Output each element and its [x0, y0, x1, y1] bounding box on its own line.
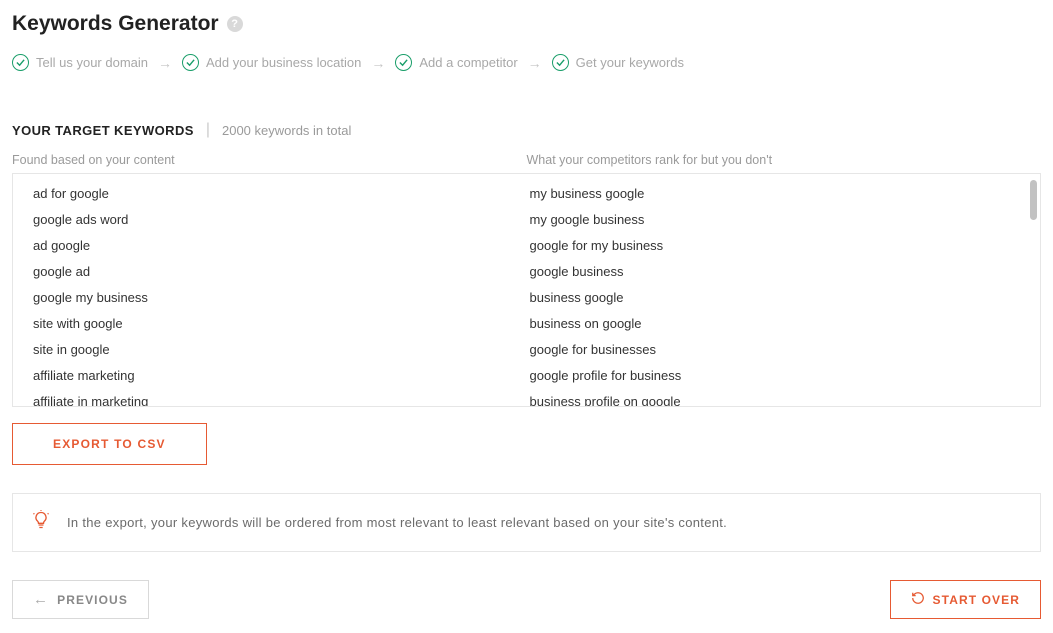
scrollbar[interactable]: [1030, 180, 1037, 220]
check-icon: [395, 54, 412, 71]
section-subtitle: 2000 keywords in total: [222, 123, 351, 138]
keywords-column-right: my business google my google business go…: [524, 186, 1021, 407]
list-item[interactable]: business profile on google: [530, 394, 1021, 407]
section-header: YOUR TARGET KEYWORDS | 2000 keywords in …: [12, 121, 1041, 139]
check-icon: [12, 54, 29, 71]
list-item[interactable]: affiliate in marketing: [33, 394, 524, 407]
check-icon: [552, 54, 569, 71]
section-title: YOUR TARGET KEYWORDS: [12, 123, 194, 138]
previous-button[interactable]: ← PREVIOUS: [12, 580, 149, 619]
arrow-right-icon: →: [528, 55, 542, 71]
start-over-button-label: START OVER: [933, 593, 1020, 607]
step-label: Add your business location: [206, 55, 361, 70]
list-item[interactable]: my google business: [530, 212, 1021, 227]
list-item[interactable]: google ads word: [33, 212, 524, 227]
tip-box: In the export, your keywords will be ord…: [12, 493, 1041, 552]
list-item[interactable]: google ad: [33, 264, 524, 279]
keywords-list-box[interactable]: ad for google google ads word ad google …: [12, 173, 1041, 407]
previous-button-label: PREVIOUS: [57, 593, 128, 607]
arrow-left-icon: ←: [33, 591, 49, 608]
lightbulb-icon: [31, 510, 51, 535]
export-csv-button[interactable]: EXPORT TO CSV: [12, 423, 207, 465]
tip-text: In the export, your keywords will be ord…: [67, 515, 727, 530]
help-icon[interactable]: ?: [227, 16, 243, 32]
list-item[interactable]: site in google: [33, 342, 524, 357]
wizard-steps: Tell us your domain → Add your business …: [12, 54, 1041, 71]
divider: |: [206, 121, 210, 139]
step-location: Add your business location: [182, 54, 361, 71]
list-item[interactable]: ad for google: [33, 186, 524, 201]
list-item[interactable]: ad google: [33, 238, 524, 253]
list-item[interactable]: google business: [530, 264, 1021, 279]
list-item[interactable]: business google: [530, 290, 1021, 305]
list-item[interactable]: my business google: [530, 186, 1021, 201]
arrow-right-icon: →: [158, 55, 172, 71]
arrow-right-icon: →: [371, 55, 385, 71]
restart-icon: [911, 591, 925, 608]
actions-row: EXPORT TO CSV: [12, 423, 1041, 465]
step-keywords: Get your keywords: [552, 54, 684, 71]
footer-row: ← PREVIOUS START OVER: [12, 580, 1041, 619]
list-item[interactable]: site with google: [33, 316, 524, 331]
column-headers: Found based on your content What your co…: [12, 153, 1041, 167]
step-label: Get your keywords: [576, 55, 684, 70]
list-item[interactable]: google my business: [33, 290, 524, 305]
step-domain: Tell us your domain: [12, 54, 148, 71]
step-competitor: Add a competitor: [395, 54, 517, 71]
keywords-column-left: ad for google google ads word ad google …: [33, 186, 524, 407]
page-title: Keywords Generator: [12, 12, 219, 36]
list-item[interactable]: business on google: [530, 316, 1021, 331]
list-item[interactable]: google for businesses: [530, 342, 1021, 357]
check-icon: [182, 54, 199, 71]
column-header-left: Found based on your content: [12, 153, 527, 167]
list-item[interactable]: google profile for business: [530, 368, 1021, 383]
start-over-button[interactable]: START OVER: [890, 580, 1041, 619]
list-item[interactable]: affiliate marketing: [33, 368, 524, 383]
page-title-row: Keywords Generator ?: [12, 12, 1041, 36]
list-item[interactable]: google for my business: [530, 238, 1021, 253]
step-label: Add a competitor: [419, 55, 517, 70]
step-label: Tell us your domain: [36, 55, 148, 70]
column-header-right: What your competitors rank for but you d…: [527, 153, 1042, 167]
